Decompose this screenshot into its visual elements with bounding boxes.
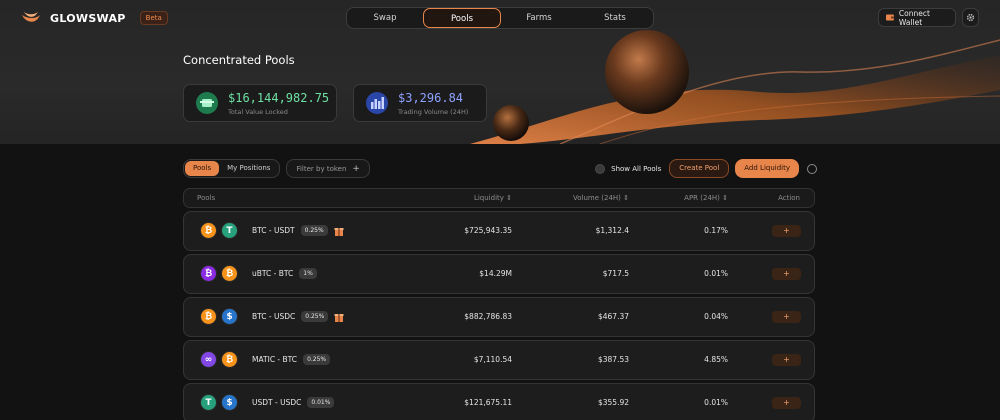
connect-wallet-button[interactable]: Connect Wallet <box>878 8 956 27</box>
apr-value: 0.01% <box>704 269 728 278</box>
add-position-button[interactable]: + <box>772 311 801 323</box>
pool-pair: T $ USDT - USDC 0.01% <box>200 394 335 411</box>
volume-value: $1,312.4 <box>595 226 629 235</box>
nav-pools[interactable]: Pools <box>423 8 501 28</box>
nav-swap[interactable]: Swap <box>347 8 423 28</box>
toolbar-left: Pools My Positions Filter by token + <box>183 159 370 178</box>
fee-badge: 0.25% <box>301 311 329 322</box>
fee-badge: 0.25% <box>300 225 328 236</box>
volume-value: $467.37 <box>597 312 629 321</box>
gift-icon <box>334 227 344 236</box>
add-position-button[interactable]: + <box>772 225 801 237</box>
volume-value: $355.92 <box>597 398 629 407</box>
add-position-button[interactable]: + <box>772 268 801 280</box>
view-switch: Pools My Positions <box>183 159 281 178</box>
add-liquidity-button[interactable]: Add Liquidity <box>735 159 799 178</box>
volume-value: $3,296.84 <box>398 90 464 105</box>
tether-icon: T <box>221 222 238 239</box>
brand-logo[interactable]: GLOWSWAP Beta <box>20 9 168 27</box>
gear-icon <box>966 13 975 22</box>
liquidity-value: $882,786.83 <box>464 312 512 321</box>
main-nav: Swap Pools Farms Stats <box>346 7 654 29</box>
polygon-icon: ∞ <box>200 351 217 368</box>
tether-icon: T <box>200 394 217 411</box>
bitcoin-icon: ₿ <box>200 222 217 239</box>
page-title: Concentrated Pools <box>183 53 295 67</box>
col-apr[interactable]: APR (24H) ⇕ <box>684 189 728 207</box>
refresh-icon[interactable] <box>807 163 817 174</box>
volume-value: $717.5 <box>602 269 629 278</box>
bitcoin-icon: ₿ <box>221 351 238 368</box>
wallet-icon <box>886 14 894 21</box>
show-all-pools-toggle[interactable] <box>595 163 606 174</box>
pair-name: BTC - USDT <box>252 226 295 235</box>
tab-pools[interactable]: Pools <box>185 161 220 176</box>
col-action: Action <box>778 194 800 202</box>
toolbar-right: Show All Pools Create Pool Add Liquidity <box>595 159 817 178</box>
glowswap-logo-icon <box>22 12 40 22</box>
col-liquidity[interactable]: Liquidity ⇕ <box>474 189 512 207</box>
beta-badge: Beta <box>139 11 168 25</box>
table-header: Pools Liquidity ⇕ Volume (24H) ⇕ APR (24… <box>183 188 815 208</box>
tvl-label: Total Value Locked <box>228 107 288 116</box>
gift-icon <box>334 313 344 322</box>
table-row[interactable]: ₿ $ BTC - USDC 0.25% $882,786.83 $467.37… <box>183 297 815 337</box>
show-all-pools-label: Show All Pools <box>611 164 662 173</box>
nav-stats[interactable]: Stats <box>577 8 653 28</box>
pool-pair: ₿ ₿ uBTC - BTC 1% <box>200 265 317 282</box>
fee-badge: 0.25% <box>303 354 331 365</box>
nav-farms[interactable]: Farms <box>501 8 577 28</box>
add-position-button[interactable]: + <box>772 397 801 409</box>
filter-by-token-button[interactable]: Filter by token + <box>286 159 370 178</box>
table-row[interactable]: ∞ ₿ MATIC - BTC 0.25% $7,110.54 $387.53 … <box>183 340 815 380</box>
pool-pair: ₿ $ BTC - USDC 0.25% <box>200 308 344 325</box>
liquidity-value: $7,110.54 <box>473 355 512 364</box>
volume-label: Trading Volume (24H) <box>398 107 469 116</box>
col-volume[interactable]: Volume (24H) ⇕ <box>573 189 629 207</box>
pair-name: uBTC - BTC <box>252 269 294 278</box>
create-pool-button[interactable]: Create Pool <box>669 159 730 178</box>
plus-icon: + <box>352 163 360 174</box>
apr-value: 4.85% <box>704 355 728 364</box>
fee-badge: 0.01% <box>307 397 335 408</box>
pair-name: USDT - USDC <box>252 398 302 407</box>
brand-name: GLOWSWAP <box>50 11 126 25</box>
pool-pair: ₿ T BTC - USDT 0.25% <box>200 222 344 239</box>
liquidity-value: $14.29M <box>479 269 512 278</box>
apr-value: 0.17% <box>704 226 728 235</box>
volume-card: $3,296.84 Trading Volume (24H) <box>353 84 487 122</box>
filter-label: Filter by token <box>296 164 347 173</box>
connect-wallet-label: Connect Wallet <box>898 8 930 27</box>
volume-value: $387.53 <box>597 355 629 364</box>
col-pools: Pools <box>197 194 216 202</box>
bitcoin-icon: ₿ <box>200 308 217 325</box>
tvl-value: $16,144,982.75 <box>228 90 330 105</box>
add-position-button[interactable]: + <box>772 354 801 366</box>
pair-name: MATIC - BTC <box>252 355 298 364</box>
pool-pair: ∞ ₿ MATIC - BTC 0.25% <box>200 351 331 368</box>
fee-badge: 1% <box>299 268 317 279</box>
tvl-card: $16,144,982.75 Total Value Locked <box>183 84 337 122</box>
usdc-icon: $ <box>221 308 238 325</box>
liquidity-value: $725,943.35 <box>464 226 512 235</box>
pair-name: BTC - USDC <box>252 312 296 321</box>
table-row[interactable]: ₿ T BTC - USDT 0.25% $725,943.35 $1,312.… <box>183 211 815 251</box>
table-row[interactable]: ₿ ₿ uBTC - BTC 1% $14.29M $717.5 0.01% + <box>183 254 815 294</box>
ubtc-icon: ₿ <box>200 265 217 282</box>
liquidity-value: $121,675.11 <box>464 398 512 407</box>
table-row[interactable]: T $ USDT - USDC 0.01% $121,675.11 $355.9… <box>183 383 815 420</box>
volume-icon <box>366 92 388 114</box>
settings-button[interactable] <box>962 8 979 27</box>
usdc-icon: $ <box>221 394 238 411</box>
apr-value: 0.01% <box>704 398 728 407</box>
tab-my-positions[interactable]: My Positions <box>219 161 278 176</box>
apr-value: 0.04% <box>704 312 728 321</box>
bitcoin-icon: ₿ <box>221 265 238 282</box>
tvl-icon <box>196 92 218 114</box>
